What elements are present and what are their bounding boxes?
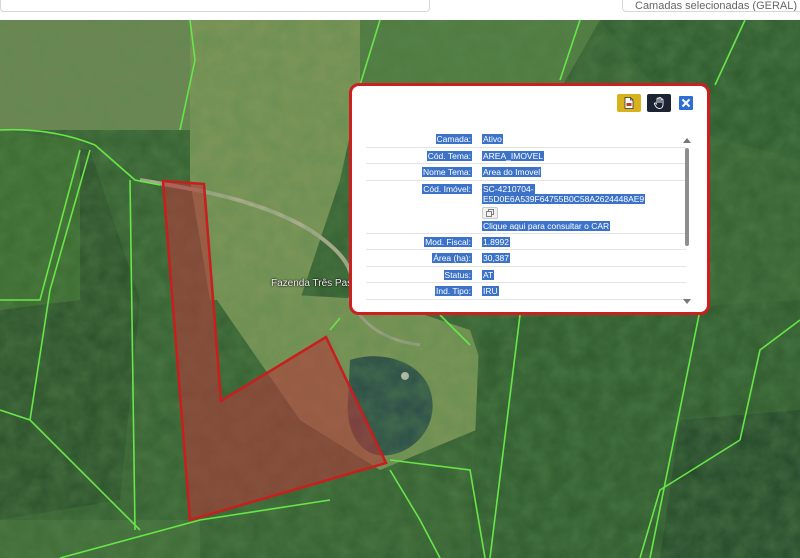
layers-select[interactable]: Camadas selecionadas (GERAL) — [622, 0, 800, 12]
attribute-label: Cód. Tema: — [426, 150, 472, 161]
table-row: Nome Tema: Area do Imovel — [366, 164, 686, 181]
attribute-value: IRU — [482, 286, 499, 296]
table-row: Cód. Tema: AREA_IMOVEL — [366, 148, 686, 164]
table-row: Mod. Fiscal: 1.8992 — [366, 234, 686, 250]
attribute-label: Cód. Imóvel: — [422, 183, 472, 194]
popup-toolbar — [617, 94, 693, 112]
table-row: Status: AT — [366, 267, 686, 283]
top-bar: Camadas selecionadas (GERAL) — [0, 0, 800, 20]
copy-button[interactable] — [482, 206, 498, 219]
attribute-label: Nome Tema: — [421, 167, 472, 177]
scroll-up-arrow-icon[interactable] — [683, 138, 691, 143]
consult-car-link[interactable]: Clique aqui para consultar o CAR — [482, 220, 611, 231]
hand-pointer-icon — [653, 97, 664, 109]
attribute-value: E5D0E6A539F64755B0C58A2624448AE9 — [482, 193, 646, 204]
scrollbar-thumb[interactable] — [685, 148, 689, 246]
table-row: Ind. Tipo: IRU — [366, 283, 686, 300]
attribute-label: Camada: — [435, 134, 472, 144]
close-button[interactable] — [679, 96, 693, 110]
pdf-file-icon — [624, 97, 634, 109]
select-tool-button[interactable] — [647, 94, 671, 112]
attribute-label: Status: — [443, 269, 472, 280]
scroll-down-arrow-icon[interactable] — [683, 299, 691, 304]
attributes-table: Camada: Ativo Cód. Tema: AREA_IMOVEL Nom… — [366, 131, 686, 303]
table-row: Área (ha): 30,387 — [366, 250, 686, 267]
attribute-value: Ativo — [482, 134, 503, 144]
map-place-label: Fazenda Três Pass — [271, 278, 358, 289]
attribute-label: Ind. Tipo: — [435, 286, 472, 296]
table-row: Cód. Imóvel: SC-4210704- E5D0E6A539F6475… — [366, 181, 686, 234]
attribute-value: SC-4210704- — [482, 183, 535, 194]
attribute-value: 1.8992 — [482, 236, 510, 247]
attribute-label: Mod. Fiscal: — [424, 236, 472, 247]
popup-scrollbar[interactable] — [683, 136, 691, 304]
attribute-label: Área (ha): — [432, 253, 472, 263]
attribute-value: 30,387 — [482, 253, 510, 263]
attribute-value: Area do Imovel — [482, 167, 542, 177]
attribute-value: AT — [482, 269, 495, 280]
info-popup: Camada: Ativo Cód. Tema: AREA_IMOVEL Nom… — [349, 83, 710, 315]
search-input[interactable] — [0, 0, 430, 12]
copy-icon — [486, 208, 494, 217]
table-row: Camada: Ativo — [366, 131, 686, 148]
attribute-value: AREA_IMOVEL — [482, 150, 544, 161]
export-pdf-button[interactable] — [617, 94, 641, 112]
close-icon — [681, 98, 691, 108]
